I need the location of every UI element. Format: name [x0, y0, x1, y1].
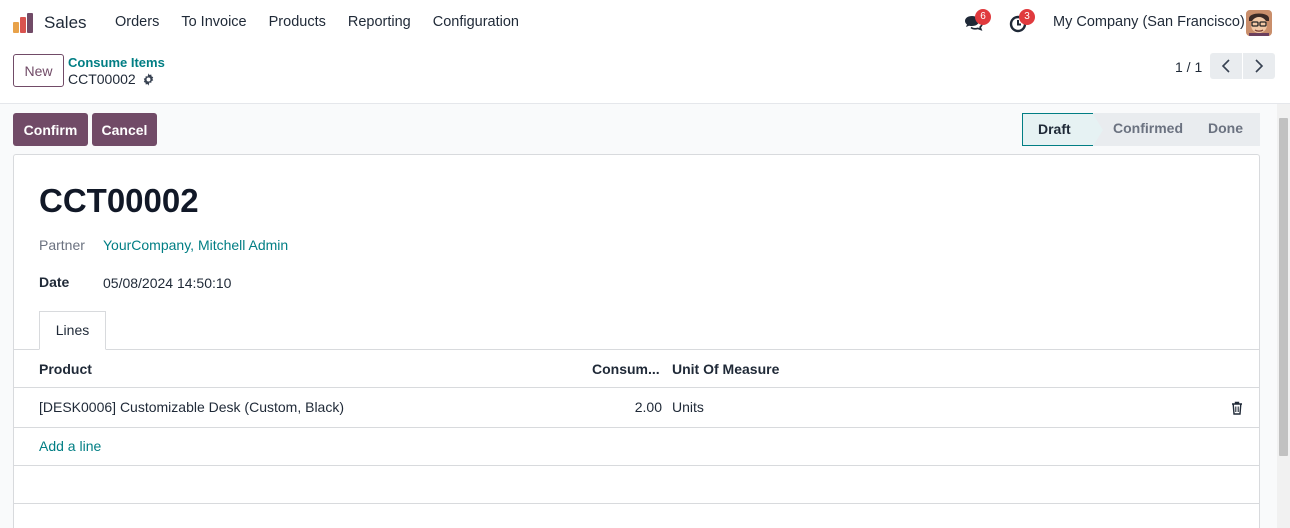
menu-products[interactable]: Products: [258, 14, 337, 30]
company-switcher[interactable]: My Company (San Francisco): [1053, 14, 1245, 30]
cell-uom[interactable]: Units: [672, 399, 704, 415]
status-draft-label: Draft: [1038, 121, 1071, 137]
pager-next-button[interactable]: [1243, 53, 1275, 79]
chevron-right-icon: [1255, 59, 1264, 73]
empty-row: [14, 466, 1259, 504]
avatar[interactable]: [1246, 10, 1272, 36]
column-header-product[interactable]: Product: [39, 361, 92, 377]
confirm-button[interactable]: Confirm: [13, 113, 88, 146]
status-bar: Draft Confirmed Done: [1022, 113, 1260, 146]
table-row[interactable]: [DESK0006] Customizable Desk (Custom, Bl…: [14, 388, 1259, 428]
scrollbar-thumb[interactable]: [1279, 118, 1288, 456]
add-line-row: Add a line: [14, 428, 1259, 466]
app-name[interactable]: Sales: [44, 13, 87, 33]
cancel-button[interactable]: Cancel: [92, 113, 157, 146]
status-confirmed-label: Confirmed: [1113, 120, 1183, 136]
status-arrow: [1093, 114, 1103, 146]
column-header-uom[interactable]: Unit Of Measure: [672, 361, 779, 377]
lines-table-header: Product Consum... Unit Of Measure: [14, 350, 1259, 388]
chevron-left-icon: [1221, 59, 1230, 73]
control-panel: New Consume Items CCT00002 1 / 1: [0, 46, 1290, 104]
pager-previous-button[interactable]: [1210, 53, 1242, 79]
vertical-scrollbar[interactable]: [1277, 104, 1290, 528]
user-avatar-image: [1246, 10, 1272, 36]
record-title[interactable]: CCT00002: [39, 182, 199, 220]
menu-to-invoice[interactable]: To Invoice: [170, 14, 257, 30]
app-logo-icon[interactable]: [12, 12, 34, 34]
partner-field[interactable]: YourCompany, Mitchell Admin: [103, 237, 288, 253]
menu-configuration[interactable]: Configuration: [422, 14, 530, 30]
record-name-label: CCT00002: [68, 71, 136, 87]
breadcrumb-current-record: CCT00002: [68, 71, 155, 87]
menu-reporting[interactable]: Reporting: [337, 14, 422, 30]
trash-icon[interactable]: [1231, 401, 1243, 415]
breadcrumb-consume-items[interactable]: Consume Items: [68, 55, 165, 70]
tab-lines[interactable]: Lines: [39, 311, 106, 350]
date-label: Date: [39, 274, 70, 290]
activities-count-badge: 3: [1019, 9, 1035, 25]
add-line-link[interactable]: Add a line: [39, 438, 101, 454]
pager-value[interactable]: 1 / 1: [1175, 59, 1202, 75]
cell-quantity[interactable]: 2.00: [612, 399, 662, 415]
top-navbar: Sales Orders To Invoice Products Reporti…: [0, 0, 1290, 46]
cell-product[interactable]: [DESK0006] Customizable Desk (Custom, Bl…: [39, 399, 344, 415]
status-done-label: Done: [1208, 120, 1243, 136]
column-header-consumed[interactable]: Consum...: [592, 361, 660, 377]
status-draft[interactable]: Draft: [1022, 113, 1103, 146]
status-done[interactable]: Done: [1188, 113, 1260, 146]
form-sheet: CCT00002 Partner YourCompany, Mitchell A…: [13, 154, 1260, 528]
messages-count-badge: 6: [975, 9, 991, 25]
status-arrow: [1188, 113, 1198, 145]
menu-orders[interactable]: Orders: [104, 14, 170, 30]
partner-label: Partner: [39, 237, 85, 253]
gear-icon[interactable]: [142, 72, 155, 86]
main-menu: Orders To Invoice Products Reporting Con…: [104, 14, 530, 30]
activities-button[interactable]: 3: [1007, 9, 1035, 34]
messages-button[interactable]: 6: [963, 9, 991, 34]
date-field[interactable]: 05/08/2024 14:50:10: [103, 275, 231, 291]
new-button[interactable]: New: [13, 54, 64, 87]
status-confirmed[interactable]: Confirmed: [1093, 113, 1198, 146]
